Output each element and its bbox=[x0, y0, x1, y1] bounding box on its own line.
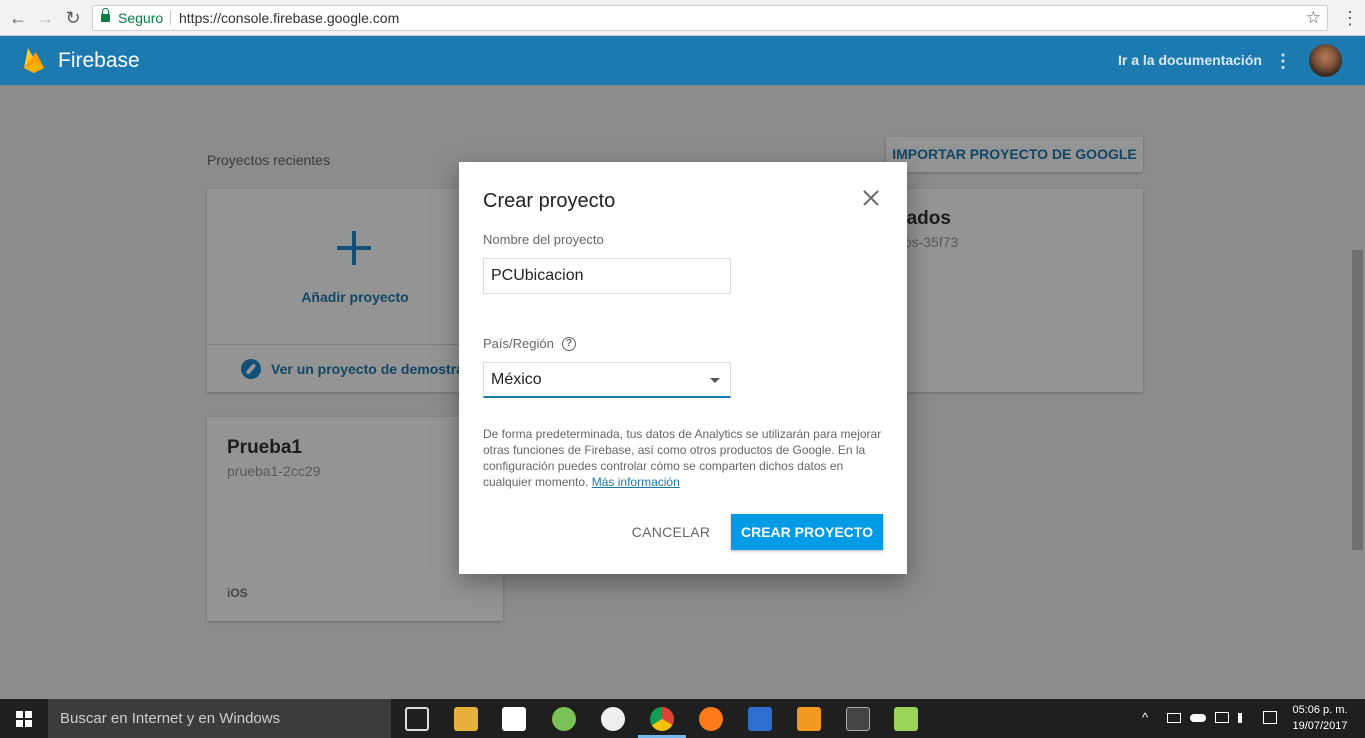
cancel-button[interactable]: CANCELAR bbox=[623, 514, 719, 550]
firefox-icon[interactable] bbox=[699, 707, 723, 731]
taskbar-clock[interactable]: 05:06 p. m. 19/07/2017 bbox=[1290, 702, 1350, 734]
task-view-icon[interactable] bbox=[405, 707, 429, 731]
disclaimer-text: De forma predeterminada, tus datos de An… bbox=[483, 427, 882, 489]
app-title[interactable]: Firebase bbox=[58, 49, 140, 73]
create-project-dialog: Crear proyecto Nombre del proyecto PCUbi… bbox=[459, 162, 907, 574]
battery-icon[interactable] bbox=[1167, 713, 1181, 723]
help-icon[interactable]: ? bbox=[562, 337, 576, 351]
bookmark-star-icon[interactable]: ☆ bbox=[1306, 6, 1321, 30]
avatar[interactable] bbox=[1309, 44, 1342, 77]
volume-icon[interactable] bbox=[1238, 713, 1248, 723]
clock-time: 05:06 p. m. bbox=[1292, 704, 1348, 716]
country-select[interactable]: México bbox=[483, 362, 731, 398]
windows-taskbar: Buscar en Internet y en Windows ^ 05:06 … bbox=[0, 699, 1365, 738]
browser-toolbar: ← → ↻ Seguro https://console.firebase.go… bbox=[0, 0, 1365, 36]
chevron-up-icon[interactable]: ^ bbox=[1142, 710, 1148, 725]
url-divider bbox=[170, 11, 171, 25]
lock-icon bbox=[101, 8, 110, 23]
dialog-title: Crear proyecto bbox=[483, 190, 616, 212]
chrome-icon[interactable] bbox=[650, 707, 674, 731]
project-name-input[interactable]: PCUbicacion bbox=[483, 258, 731, 294]
sublime-text-icon[interactable] bbox=[797, 707, 821, 731]
url-text[interactable]: https://console.firebase.google.com bbox=[179, 6, 399, 30]
browser-menu-icon[interactable]: ⋮ bbox=[1340, 8, 1360, 28]
docs-link[interactable]: Ir a la documentación bbox=[1118, 52, 1262, 68]
secure-label: Seguro bbox=[118, 10, 164, 26]
notifications-icon[interactable] bbox=[1263, 711, 1277, 724]
network-icon[interactable] bbox=[1215, 712, 1229, 723]
country-label: País/Región bbox=[483, 336, 554, 351]
dropdown-arrow-icon bbox=[710, 378, 720, 383]
back-icon[interactable]: ← bbox=[8, 8, 28, 28]
project-name-label: Nombre del proyecto bbox=[483, 232, 604, 247]
more-info-link[interactable]: Más información bbox=[592, 475, 680, 489]
forward-icon[interactable]: → bbox=[35, 8, 55, 28]
country-value: México bbox=[491, 371, 542, 388]
firebase-header: Firebase Ir a la documentación ⋮ bbox=[0, 36, 1365, 85]
start-button[interactable] bbox=[0, 699, 48, 738]
tool-icon[interactable] bbox=[601, 707, 625, 731]
monitor-icon[interactable] bbox=[894, 707, 918, 731]
windows-logo-icon bbox=[16, 711, 32, 727]
store-icon[interactable] bbox=[502, 707, 526, 731]
more-options-icon[interactable]: ⋮ bbox=[1274, 50, 1292, 72]
reload-icon[interactable]: ↻ bbox=[63, 8, 83, 28]
terminal-icon[interactable] bbox=[846, 707, 870, 731]
taskbar-search[interactable]: Buscar en Internet y en Windows bbox=[48, 699, 391, 738]
address-bar[interactable]: Seguro https://console.firebase.google.c… bbox=[92, 5, 1328, 31]
android-studio-icon[interactable] bbox=[552, 707, 576, 731]
powershell-icon[interactable] bbox=[748, 707, 772, 731]
close-icon[interactable] bbox=[861, 188, 881, 208]
clock-date: 19/07/2017 bbox=[1292, 720, 1348, 732]
analytics-disclaimer: De forma predeterminada, tus datos de An… bbox=[483, 426, 888, 490]
cloud-icon[interactable] bbox=[1190, 714, 1206, 722]
file-explorer-icon[interactable] bbox=[454, 707, 478, 731]
create-project-button[interactable]: CREAR PROYECTO bbox=[731, 514, 883, 550]
firebase-logo-icon[interactable] bbox=[22, 46, 46, 74]
